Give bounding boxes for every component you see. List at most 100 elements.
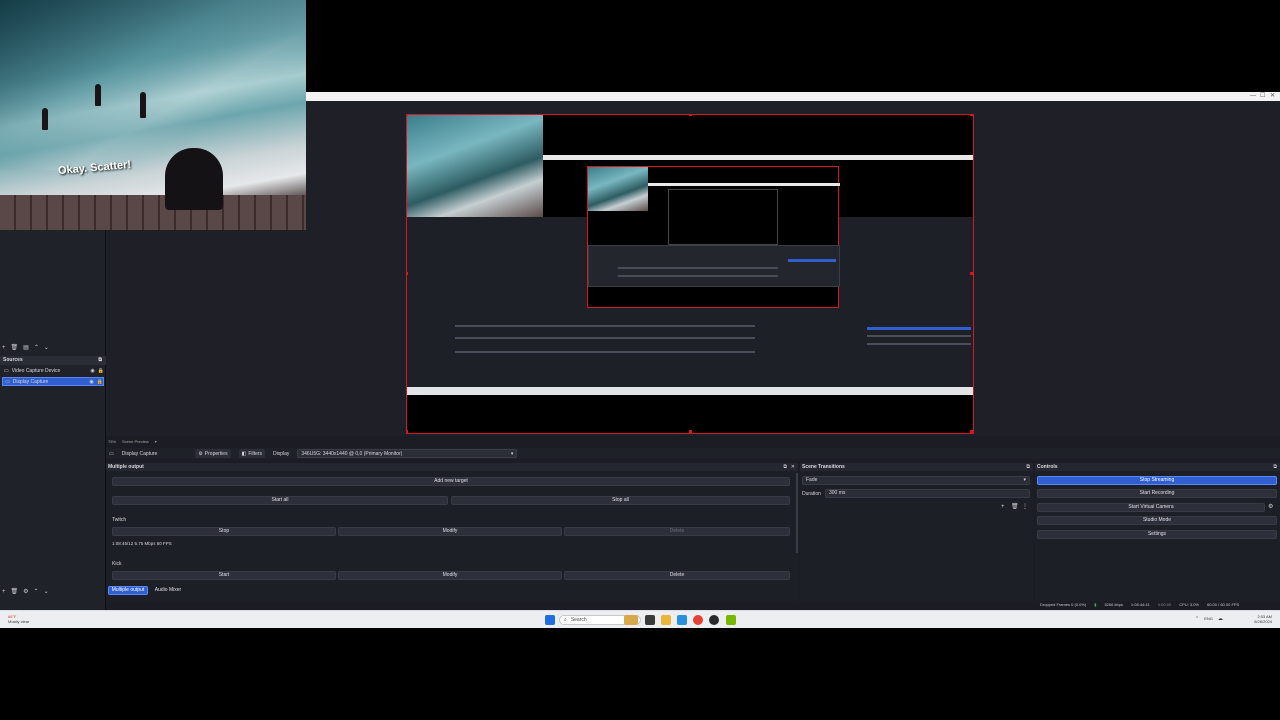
close-icon[interactable]: ✕ (791, 463, 795, 471)
undock-icon[interactable]: ⧉ (1273, 463, 1277, 471)
transition-select[interactable]: Fade ▾ (802, 476, 1030, 485)
start-target-button[interactable]: Start (112, 571, 336, 580)
nested-line (867, 343, 971, 345)
studio-mode-button[interactable]: Studio Mode (1037, 516, 1277, 525)
filters-button[interactable]: ◧ Filters (238, 449, 265, 458)
resize-handle[interactable] (970, 272, 973, 275)
trash-icon[interactable]: 🗑 (11, 344, 19, 352)
move-up-icon[interactable]: ⌃ (34, 344, 39, 352)
sources-toolbar: + 🗑 ⚙ ⌃ ⌄ (2, 587, 49, 597)
trash-icon[interactable]: 🗑 (1011, 503, 1019, 511)
multiple-output-title: Multiple output ⧉ ✕ (106, 463, 798, 471)
close-button[interactable]: ✕ (1270, 93, 1275, 100)
preview-canvas[interactable] (406, 114, 974, 434)
windows-taskbar: 66°F Mostly clear ⌕ Search ⌃ ENG ☁ 2:53 … (0, 610, 1280, 628)
taskbar-clock[interactable]: 2:53 AM 6/28/2024 (1254, 614, 1272, 624)
stop-streaming-button[interactable]: Stop Streaming (1037, 476, 1277, 485)
filters-label: Filters (248, 450, 262, 457)
add-new-target-button[interactable]: Add new target (112, 477, 790, 486)
transition-value: Fade (806, 477, 818, 483)
tab-audio-mixer[interactable]: Audio Mixer (150, 586, 186, 595)
more-icon[interactable]: ⋮ (1022, 503, 1028, 511)
resize-handle[interactable] (970, 430, 973, 433)
nested-title-bar (543, 155, 973, 160)
lock-icon[interactable]: 🔒 (98, 368, 104, 374)
start-recording-button[interactable]: Start Recording (1037, 489, 1277, 498)
minimize-button[interactable]: — (1250, 93, 1256, 100)
undock-icon[interactable]: ⧉ (1026, 463, 1030, 471)
stop-target-button[interactable]: Stop (112, 527, 336, 536)
tray-network-icon[interactable]: ☁ (1218, 616, 1223, 622)
source-toolbar: ▭ Display Capture ⚙ Properties ◧ Filters… (106, 448, 1280, 459)
start-virtual-camera-button[interactable]: Start Virtual Camera (1037, 503, 1265, 512)
zoom-row: 75% Scene Preview ▾ (108, 438, 157, 444)
monitor-icon: ▭ (5, 378, 10, 385)
visibility-eye-icon[interactable]: ◉ (90, 368, 94, 374)
dock-title-label: Scene Transitions (802, 464, 845, 470)
target-name: Twitch (112, 517, 127, 523)
obs-title-bar: — ☐ ✕ (306, 92, 1280, 101)
status-bar: Dropped Frames 0 (0.0%) ▮ 5266 kbps 1:08… (1040, 601, 1239, 608)
nested-stop-streaming (867, 327, 971, 330)
search-placeholder: Search (570, 617, 587, 623)
add-icon[interactable]: + (2, 588, 6, 596)
undock-icon[interactable]: ⧉ (98, 356, 102, 365)
trash-icon[interactable]: 🗑 (11, 588, 19, 596)
nested-line (455, 337, 755, 339)
gear-icon[interactable]: ⚙ (1268, 503, 1273, 511)
add-icon[interactable]: + (2, 344, 6, 352)
fps-readout: 60.00 / 60.00 FPS (1206, 602, 1240, 607)
visibility-eye-icon[interactable]: ◉ (89, 379, 93, 385)
theater-seats (0, 195, 306, 230)
source-item-video-capture[interactable]: ▭ Video Capture Device ◉ 🔒 (2, 366, 104, 375)
weather-widget[interactable]: 66°F Mostly clear (8, 614, 29, 624)
resize-handle[interactable] (689, 115, 692, 116)
dropped-frames: Dropped Frames 0 (0.0%) (1040, 602, 1087, 607)
chevron-down-icon[interactable]: ▾ (155, 439, 157, 444)
properties-button[interactable]: ⚙ Properties (195, 449, 231, 458)
stop-all-button[interactable]: Stop all (451, 496, 790, 505)
store-icon[interactable] (677, 615, 687, 625)
add-icon[interactable]: + (1001, 503, 1005, 511)
search-highlight-icon[interactable] (624, 615, 638, 625)
gear-icon[interactable]: ⚙ (23, 588, 28, 596)
chevron-down-icon: ▾ (1023, 477, 1026, 483)
lock-icon[interactable]: 🔒 (97, 379, 103, 385)
tab-multiple-output[interactable]: Multiple output (108, 586, 148, 595)
modify-target-button[interactable]: Modify (338, 571, 562, 580)
file-explorer-icon[interactable] (661, 615, 671, 625)
duration-input[interactable]: 300 ms (825, 489, 1030, 498)
tray-overflow-icon[interactable]: ⌃ (1195, 616, 1199, 622)
scenes-toolbar: + 🗑 ▤ ⌃ ⌄ (2, 343, 49, 353)
dock-title-label: Multiple output (108, 464, 144, 470)
task-view-icon[interactable] (645, 615, 655, 625)
chrome-icon[interactable] (693, 615, 703, 625)
move-down-icon[interactable]: ⌄ (44, 344, 49, 352)
resize-handle[interactable] (970, 115, 973, 116)
delete-target-button[interactable]: Delete (564, 527, 790, 536)
obs-app-icon[interactable] (709, 615, 719, 625)
display-select[interactable]: 346U5G: 3440x1440 @ 0,0 (Primary Monitor… (297, 449, 518, 458)
source-item-label: Display Capture (12, 378, 49, 385)
start-all-button[interactable]: Start all (112, 496, 448, 505)
scrollbar[interactable] (796, 473, 798, 553)
move-up-icon[interactable]: ⌃ (34, 588, 39, 596)
tray-lang-icon[interactable]: ENG (1204, 616, 1213, 622)
resize-handle[interactable] (407, 272, 408, 275)
settings-button[interactable]: Settings (1037, 530, 1277, 539)
delete-target-button[interactable]: Delete (564, 571, 790, 580)
resize-handle[interactable] (407, 115, 408, 116)
source-item-display-capture[interactable]: ▭ Display Capture ◉ 🔒 (2, 377, 104, 386)
windows-start-icon[interactable] (545, 615, 555, 625)
resize-handle[interactable] (689, 430, 692, 433)
move-down-icon[interactable]: ⌄ (44, 588, 49, 596)
zoom-level[interactable]: 75% (108, 439, 116, 444)
controls-dock: Controls ⧉ Stop Streaming Start Recordin… (1035, 463, 1280, 601)
modify-target-button[interactable]: Modify (338, 527, 562, 536)
nvidia-icon[interactable] (726, 615, 736, 625)
maximize-button[interactable]: ☐ (1260, 93, 1265, 100)
undock-icon[interactable]: ⧉ (783, 463, 787, 471)
resize-handle[interactable] (407, 430, 408, 433)
video-background (0, 0, 306, 170)
filter-icon[interactable]: ▤ (23, 344, 29, 352)
